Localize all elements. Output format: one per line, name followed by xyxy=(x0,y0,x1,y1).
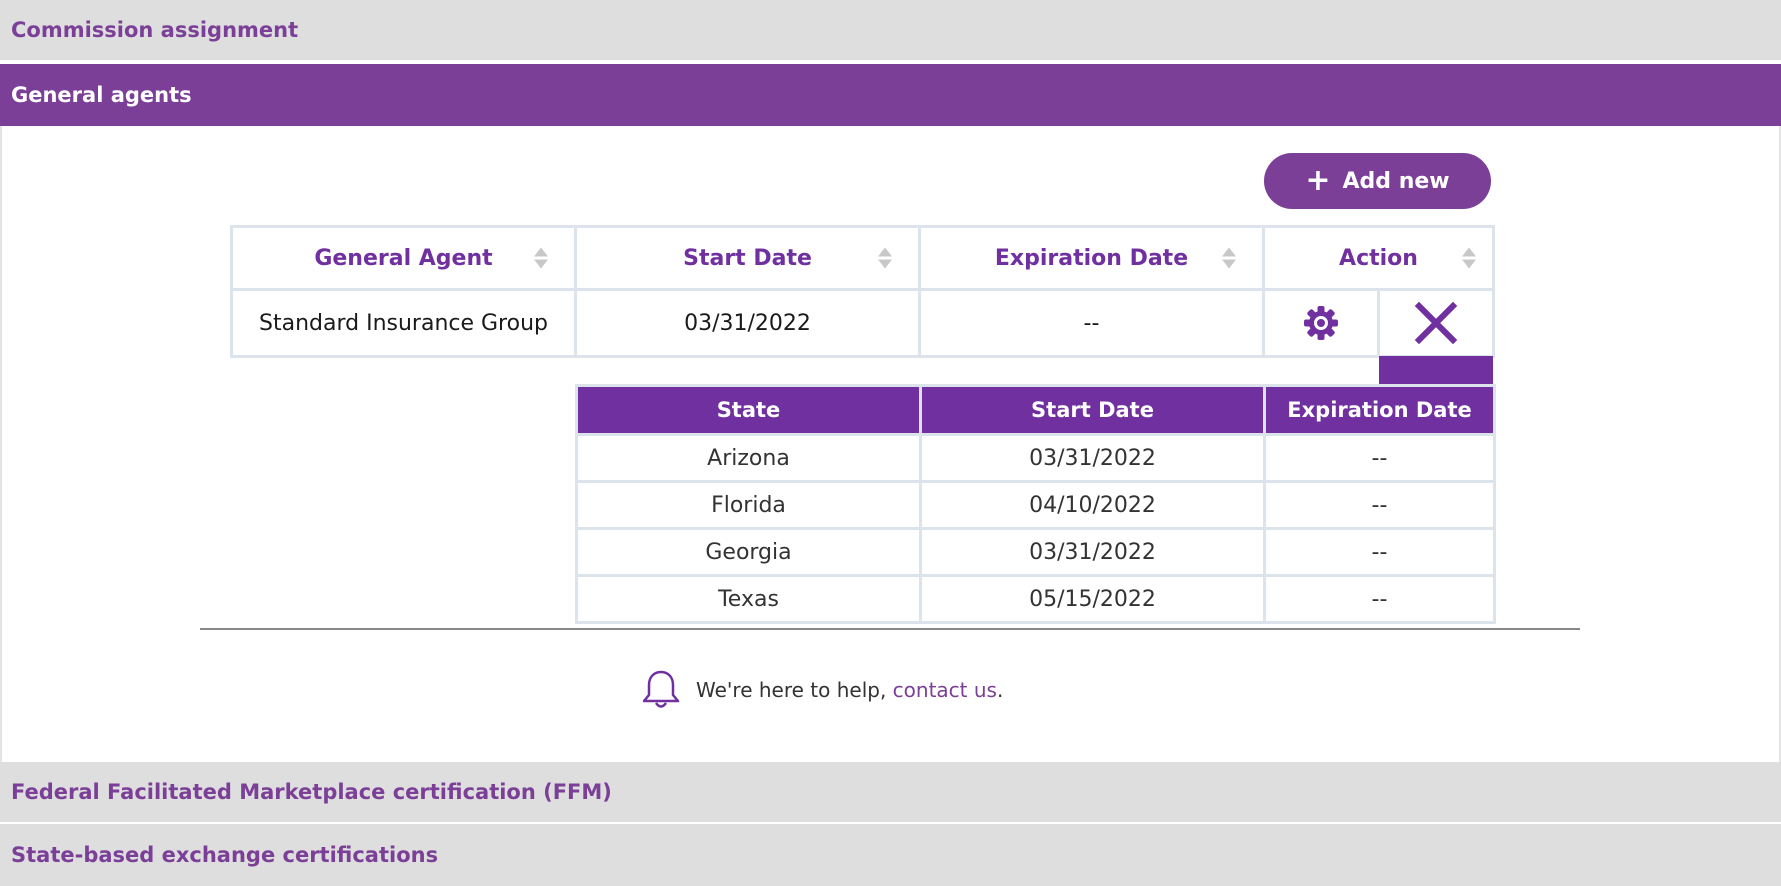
start-date-cell: 05/15/2022 xyxy=(919,574,1266,624)
table-header-row: General Agent Start Date Expiration Date… xyxy=(230,225,1495,291)
table-row: Florida 04/10/2022 -- xyxy=(575,480,1496,530)
remove-button[interactable] xyxy=(1377,291,1492,355)
gear-icon xyxy=(1304,306,1338,340)
agent-name-cell: Standard Insurance Group xyxy=(230,288,577,358)
table-row: Georgia 03/31/2022 -- xyxy=(575,527,1496,577)
plus-icon: + xyxy=(1305,163,1331,198)
section-commission-assignment[interactable]: Commission assignment xyxy=(0,0,1781,60)
sort-icon[interactable] xyxy=(1222,247,1236,269)
section-title: General agents xyxy=(11,83,192,107)
help-text: We're here to help, xyxy=(696,678,893,702)
contact-us-link[interactable]: contact us xyxy=(893,678,997,702)
section-general-agents[interactable]: General agents xyxy=(0,64,1781,126)
table-row[interactable]: Standard Insurance Group 03/31/2022 -- xyxy=(230,288,1495,358)
column-header-expiration-date: Expiration Date xyxy=(1263,384,1496,436)
section-state-based-exchange[interactable]: State-based exchange certifications xyxy=(0,824,1781,886)
expanded-row-indicator xyxy=(1379,356,1493,386)
help-message: We're here to help, contact us . xyxy=(640,668,1003,712)
action-cell xyxy=(1262,288,1495,358)
start-date-cell: 03/31/2022 xyxy=(919,433,1266,483)
settings-button[interactable] xyxy=(1265,291,1377,355)
expiration-date-cell: -- xyxy=(1263,480,1496,530)
column-header-start-date: Start Date xyxy=(919,384,1266,436)
column-header-general-agent[interactable]: General Agent xyxy=(230,225,577,291)
start-date-cell: 03/31/2022 xyxy=(574,288,921,358)
table-row: Arizona 03/31/2022 -- xyxy=(575,433,1496,483)
section-title: Commission assignment xyxy=(11,18,299,42)
state-cell: Arizona xyxy=(575,433,922,483)
state-cell: Florida xyxy=(575,480,922,530)
bell-icon xyxy=(642,670,680,708)
column-header-action[interactable]: Action xyxy=(1262,225,1495,291)
sort-icon[interactable] xyxy=(1462,247,1476,269)
section-ffm-certification[interactable]: Federal Facilitated Marketplace certific… xyxy=(0,762,1781,822)
column-header-state: State xyxy=(575,384,922,436)
add-new-button[interactable]: + Add new xyxy=(1264,153,1491,209)
state-cell: Georgia xyxy=(575,527,922,577)
expiration-date-cell: -- xyxy=(1263,433,1496,483)
general-agents-table: General Agent Start Date Expiration Date… xyxy=(230,225,1495,358)
panel-border-left xyxy=(0,126,2,762)
expiration-date-cell: -- xyxy=(1263,574,1496,624)
state-table: State Start Date Expiration Date Arizona… xyxy=(575,384,1496,624)
divider xyxy=(200,628,1580,630)
section-title: State-based exchange certifications xyxy=(11,843,439,867)
sort-icon[interactable] xyxy=(534,247,548,269)
sort-icon[interactable] xyxy=(878,247,892,269)
add-new-label: Add new xyxy=(1342,168,1450,194)
section-title: Federal Facilitated Marketplace certific… xyxy=(11,780,612,804)
close-icon xyxy=(1414,301,1458,345)
expiration-date-cell: -- xyxy=(1263,527,1496,577)
start-date-cell: 04/10/2022 xyxy=(919,480,1266,530)
table-row: Texas 05/15/2022 -- xyxy=(575,574,1496,624)
table-header-row: State Start Date Expiration Date xyxy=(575,384,1496,436)
state-cell: Texas xyxy=(575,574,922,624)
column-header-expiration-date[interactable]: Expiration Date xyxy=(918,225,1265,291)
start-date-cell: 03/31/2022 xyxy=(919,527,1266,577)
help-suffix: . xyxy=(996,678,1004,702)
column-header-start-date[interactable]: Start Date xyxy=(574,225,921,291)
expiration-date-cell: -- xyxy=(918,288,1265,358)
